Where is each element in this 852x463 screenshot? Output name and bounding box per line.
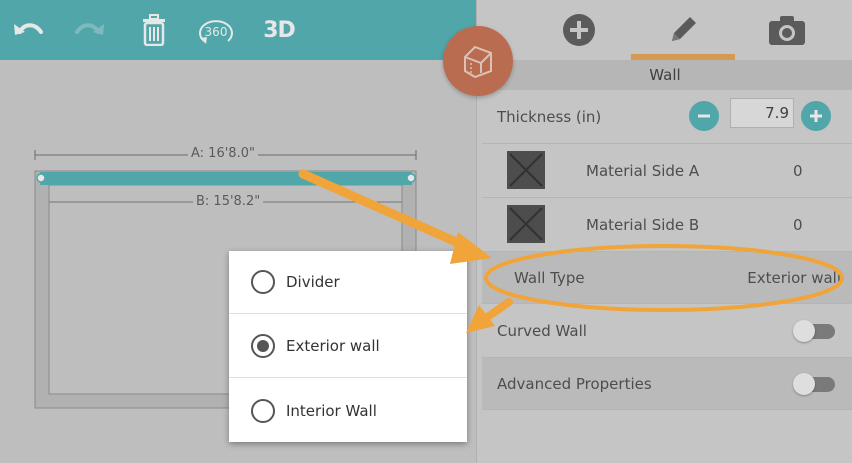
wall-type-value: Exterior wall — [747, 268, 841, 287]
option-exterior-wall-label: Exterior wall — [286, 337, 380, 355]
toggle-knob — [793, 373, 815, 395]
panel-title: Wall — [477, 60, 852, 90]
toggle-knob — [793, 320, 815, 342]
thickness-row: Thickness (in) — [482, 90, 852, 144]
redo-icon — [75, 23, 104, 35]
option-exterior-wall[interactable]: Exterior wall — [229, 315, 467, 378]
option-divider-label: Divider — [286, 273, 340, 291]
tab-camera[interactable] — [735, 0, 839, 60]
radio-exterior-wall[interactable] — [251, 334, 275, 358]
option-divider[interactable]: Divider — [229, 251, 467, 314]
advanced-properties-row: Advanced Properties — [482, 358, 852, 410]
decrease-thickness-button[interactable] — [689, 101, 719, 131]
wall-type-label: Wall Type — [514, 268, 585, 287]
top-toolbar: 360 3D — [0, 0, 476, 60]
material-swatch-b[interactable] — [507, 205, 545, 243]
wall-type-popup: Divider Exterior wall Interior Wall — [229, 251, 467, 442]
redo-button[interactable] — [66, 6, 114, 54]
view-3d-label: 3D — [263, 17, 296, 43]
view-360-label: 360 — [204, 25, 228, 39]
trash-icon — [143, 14, 165, 46]
increase-thickness-button[interactable] — [801, 101, 831, 131]
properties-panel: Wall Thickness (in) Material Side A 0 — [476, 0, 852, 463]
dimension-b-label: B: 15'8.2" — [193, 194, 264, 209]
house-3d-icon — [464, 45, 492, 79]
material-side-b-value: 0 — [793, 215, 803, 234]
material-side-b-label: Material Side B — [586, 215, 700, 234]
plus-icon — [563, 14, 595, 46]
dimension-a-label: A: 16'8.0" — [188, 146, 258, 161]
tab-add[interactable] — [527, 0, 631, 60]
advanced-properties-label: Advanced Properties — [497, 374, 652, 393]
tab-edit[interactable] — [631, 0, 735, 60]
curved-wall-label: Curved Wall — [497, 321, 587, 340]
home-view-button[interactable] — [443, 26, 513, 96]
option-interior-wall-label: Interior Wall — [286, 401, 377, 420]
wall-type-row[interactable]: Wall Type Exterior wall — [482, 252, 852, 304]
thickness-input[interactable] — [730, 98, 794, 128]
undo-button[interactable] — [4, 6, 52, 54]
minus-icon — [698, 114, 710, 118]
empty-material-icon — [507, 151, 545, 189]
pencil-icon — [672, 17, 696, 41]
option-interior-wall[interactable]: Interior Wall — [229, 379, 467, 442]
curved-wall-row: Curved Wall — [482, 304, 852, 358]
advanced-properties-toggle[interactable] — [793, 373, 835, 395]
material-side-b-row[interactable]: Material Side B 0 — [482, 198, 852, 252]
material-side-a-value: 0 — [793, 161, 803, 180]
view-3d-button[interactable]: 3D — [255, 6, 303, 54]
empty-material-icon — [507, 205, 545, 243]
thickness-label: Thickness (in) — [497, 107, 602, 126]
curved-wall-toggle[interactable] — [793, 320, 835, 342]
radio-divider[interactable] — [251, 270, 275, 294]
undo-icon — [14, 23, 43, 35]
panel-tabs — [477, 0, 852, 60]
material-swatch-a[interactable] — [507, 151, 545, 189]
delete-button[interactable] — [130, 6, 178, 54]
view-360-button[interactable]: 360 — [192, 6, 240, 54]
material-side-a-label: Material Side A — [586, 161, 700, 180]
camera-icon — [769, 16, 805, 45]
radio-interior-wall[interactable] — [251, 398, 275, 423]
material-side-a-row[interactable]: Material Side A 0 — [482, 144, 852, 198]
plus-icon — [810, 110, 822, 122]
